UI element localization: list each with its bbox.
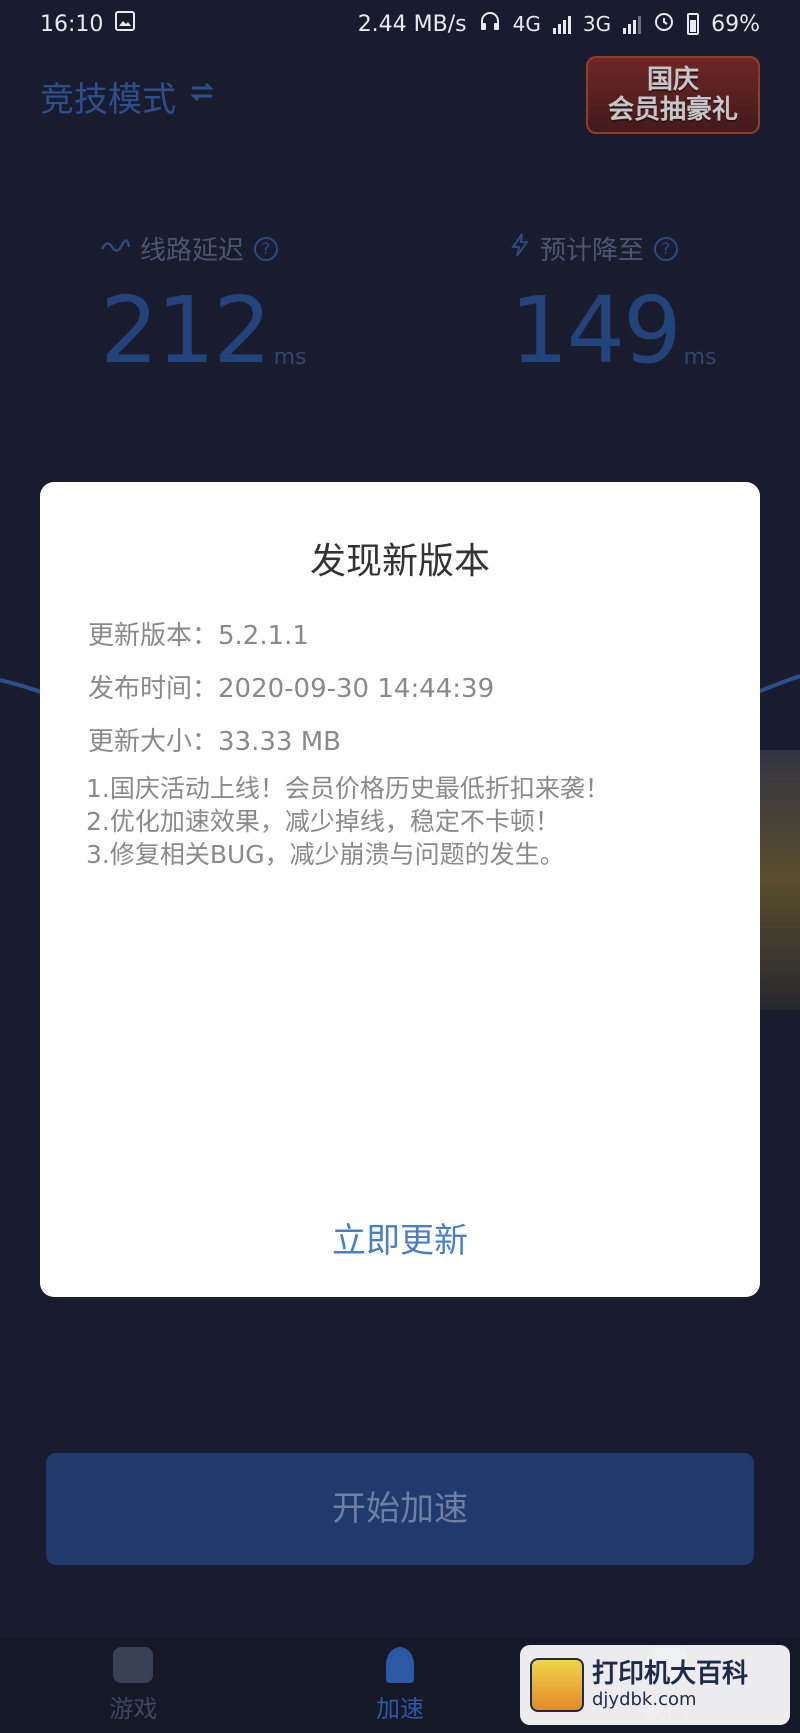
rocket-icon: [385, 1647, 414, 1683]
network-speed: 2.44 MB/s: [357, 11, 467, 37]
printer-icon: [530, 1658, 584, 1712]
expected-stat: 预计降至 ? 149 ms: [510, 230, 800, 384]
update-dialog: 发现新版本 更新版本：5.2.1.1 发布时间：2020-09-30 14:44…: [40, 482, 760, 1297]
status-left: 16:10: [40, 11, 136, 37]
release-notes: 1.国庆活动上线！会员价格历史最低折扣来袭！ 2.优化加速效果，减少掉线，稳定不…: [86, 772, 610, 871]
expected-unit: ms: [683, 345, 717, 370]
update-meta: 更新版本：5.2.1.1 发布时间：2020-09-30 14:44:39 更新…: [88, 610, 494, 769]
switch-icon: [186, 76, 218, 117]
top-header: 竞技模式 国庆 会员抽豪礼: [40, 56, 760, 134]
promo-line1: 国庆: [646, 65, 699, 95]
image-icon: [115, 11, 136, 37]
promo-line2: 会员抽豪礼: [607, 95, 738, 125]
alarm-icon: [653, 10, 675, 38]
battery-percent: 69%: [711, 11, 760, 37]
status-bar: 16:10 2.44 MB/s 4G 3G 69%: [0, 0, 800, 48]
version-line: 更新版本：5.2.1.1: [88, 621, 309, 651]
start-accelerate-button[interactable]: 开始加速: [46, 1453, 754, 1565]
promo-banner[interactable]: 国庆 会员抽豪礼: [586, 56, 760, 134]
status-time: 16:10: [40, 11, 104, 37]
expected-value-row: 149 ms: [510, 277, 800, 384]
network-type-4g: 4G: [512, 12, 541, 36]
latency-label-row: 线路延迟 ?: [100, 230, 400, 267]
gamepad-icon: [113, 1647, 154, 1683]
watermark-title: 打印机大百科: [592, 1659, 749, 1689]
latency-stats: 线路延迟 ? 212 ms 预计降至 ? 149 ms: [0, 230, 800, 410]
help-icon[interactable]: ?: [254, 236, 279, 261]
lightning-icon: [510, 233, 530, 264]
status-right: 2.44 MB/s 4G 3G 69%: [358, 10, 760, 38]
battery-icon: [687, 13, 700, 35]
watermark-url: djydbk.com: [592, 1689, 697, 1710]
latency-value-row: 212 ms: [100, 277, 400, 384]
release-note: 3.修复相关BUG，减少崩溃与问题的发生。: [86, 840, 565, 869]
site-watermark: 打印机大百科 djydbk.com: [520, 1645, 790, 1725]
watermark-text: 打印机大百科 djydbk.com: [592, 1659, 748, 1711]
update-now-button[interactable]: 立即更新: [40, 1211, 760, 1271]
size-line: 更新大小：33.33 MB: [88, 727, 341, 757]
help-icon[interactable]: ?: [654, 236, 679, 261]
latency-value: 212: [100, 277, 272, 384]
expected-label: 预计降至: [540, 236, 645, 266]
side-banner-image: [760, 750, 800, 1010]
latency-stat: 线路延迟 ? 212 ms: [100, 230, 400, 384]
tab-label: 加速: [375, 1695, 424, 1723]
network-type-3g: 3G: [582, 12, 612, 36]
wave-icon: [100, 234, 131, 264]
headphones-icon: [479, 10, 501, 38]
expected-label-row: 预计降至 ?: [510, 230, 800, 267]
mode-label: 竞技模式: [40, 80, 176, 120]
tab-games[interactable]: 游戏: [33, 1647, 233, 1724]
latency-unit: ms: [273, 345, 307, 370]
signal-icon-sim1: [552, 14, 571, 34]
latency-label: 线路延迟: [140, 236, 245, 266]
expected-value: 149: [510, 277, 682, 384]
tab-label: 游戏: [109, 1695, 158, 1723]
dialog-title: 发现新版本: [309, 541, 490, 582]
release-note: 2.优化加速效果，减少掉线，稳定不卡顿！: [86, 807, 560, 836]
release-note: 1.国庆活动上线！会员价格历史最低折扣来袭！: [86, 774, 610, 803]
mode-switch[interactable]: 竞技模式: [40, 72, 218, 121]
release-time-line: 发布时间：2020-09-30 14:44:39: [88, 674, 495, 704]
signal-icon-sim2: [623, 14, 642, 34]
tab-accelerate[interactable]: 加速: [300, 1647, 500, 1724]
